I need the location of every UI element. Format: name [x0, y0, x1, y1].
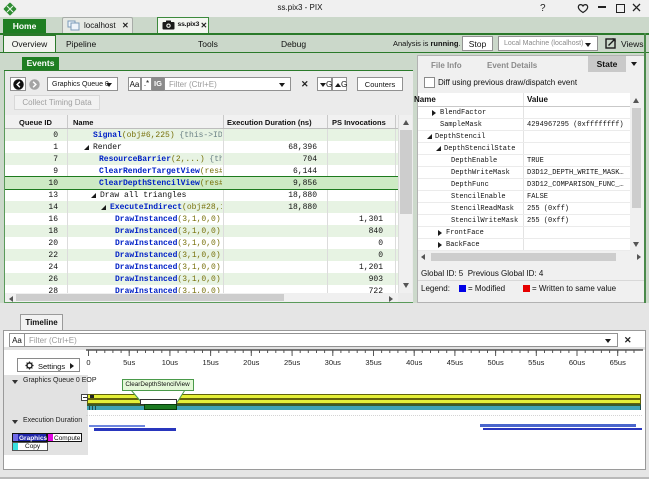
svg-text:65us: 65us [610, 358, 627, 367]
svg-text:30us: 30us [325, 358, 342, 367]
svg-text:55us: 55us [528, 358, 545, 367]
svg-text:5us: 5us [123, 358, 135, 367]
svg-text:0: 0 [86, 358, 90, 367]
svg-text:10us: 10us [162, 358, 179, 367]
svg-text:15us: 15us [202, 358, 219, 367]
svg-text:50us: 50us [487, 358, 504, 367]
svg-text:25us: 25us [284, 358, 301, 367]
svg-text:40us: 40us [406, 358, 423, 367]
svg-text:20us: 20us [243, 358, 260, 367]
svg-text:60us: 60us [569, 358, 586, 367]
svg-text:45us: 45us [447, 358, 464, 367]
svg-text:35us: 35us [365, 358, 382, 367]
